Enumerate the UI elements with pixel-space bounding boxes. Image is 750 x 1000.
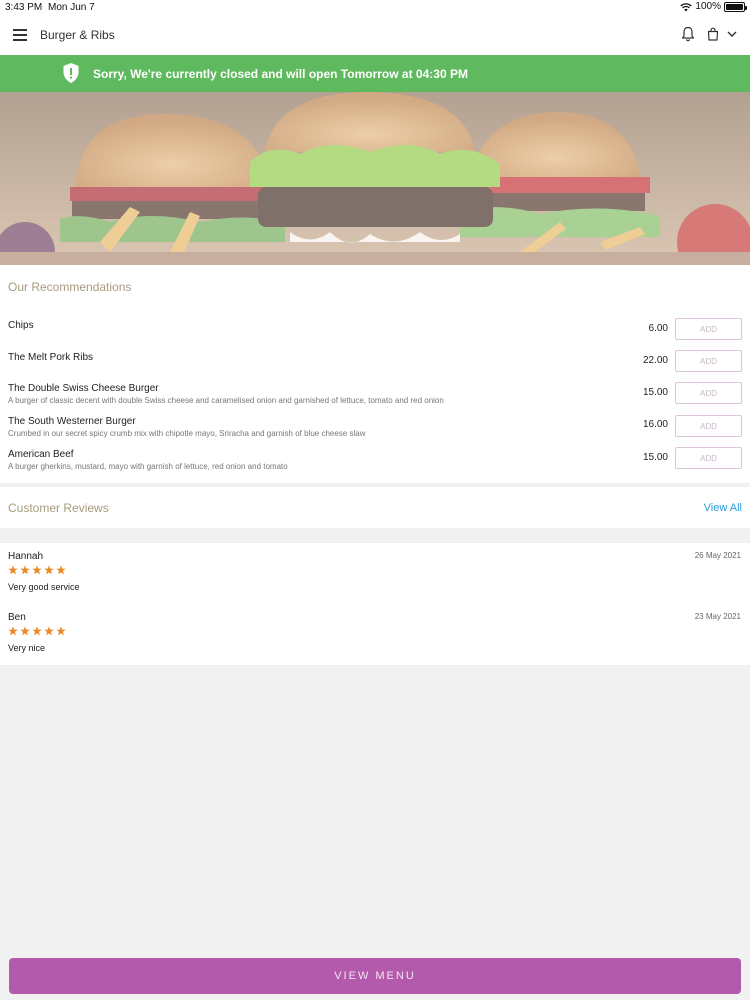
shield-icon xyxy=(63,63,79,83)
item-name: The Double Swiss Cheese Burger xyxy=(8,383,159,394)
add-button[interactable]: ADD xyxy=(675,382,742,404)
bag-icon[interactable] xyxy=(707,27,719,41)
status-bar: 3:43 PM Mon Jun 7 100% xyxy=(0,0,750,16)
review-item: Hannah 26 May 2021 Very good service xyxy=(0,551,750,606)
item-name: The South Westerner Burger xyxy=(8,416,136,427)
item-price: 16.00 xyxy=(642,419,668,430)
bell-icon[interactable] xyxy=(681,26,695,42)
item-price: 6.00 xyxy=(648,323,668,334)
star-icon xyxy=(56,565,66,575)
view-menu-button[interactable]: VIEW MENU xyxy=(9,958,741,994)
item-description: A burger gherkins, mustard, mayo with ga… xyxy=(8,462,288,471)
review-text: Very good service xyxy=(8,582,80,592)
review-item: Ben 23 May 2021 Very nice xyxy=(0,612,750,667)
list-item: The Double Swiss Cheese Burger A burger … xyxy=(0,381,750,411)
closed-banner: Sorry, We're currently closed and will o… xyxy=(0,55,750,92)
item-name: The Melt Pork Ribs xyxy=(8,352,94,363)
add-button[interactable]: ADD xyxy=(675,415,742,437)
menu-icon[interactable] xyxy=(13,29,27,41)
star-icon xyxy=(8,626,18,636)
item-description: A burger of classic decent with double S… xyxy=(8,396,444,405)
star-icon xyxy=(20,626,30,636)
item-name: Chips xyxy=(8,320,34,331)
star-icon xyxy=(44,626,54,636)
recommendations-title: Our Recommendations xyxy=(8,280,132,294)
star-rating xyxy=(8,626,66,636)
star-icon xyxy=(8,565,18,575)
star-rating xyxy=(8,565,66,575)
item-price: 22.00 xyxy=(642,355,668,366)
item-description: Crumbed in our secret spicy crumb mix wi… xyxy=(8,429,366,438)
battery-percent: 100% xyxy=(695,1,721,12)
list-item: Chips 6.00 ADD xyxy=(0,317,750,347)
recommendations-section: Our Recommendations Chips 6.00 ADD The M… xyxy=(0,265,750,483)
list-item: The Melt Pork Ribs 22.00 ADD xyxy=(0,349,750,379)
hero-image xyxy=(0,92,750,265)
chevron-down-icon[interactable] xyxy=(727,30,737,38)
reviews-title: Customer Reviews xyxy=(8,501,109,515)
view-all-link[interactable]: View All xyxy=(704,502,742,514)
list-item: American Beef A burger gherkins, mustard… xyxy=(0,446,750,476)
add-button[interactable]: ADD xyxy=(675,350,742,372)
closed-message: Sorry, We're currently closed and will o… xyxy=(93,67,468,81)
reviews-list: Hannah 26 May 2021 Very good service Ben… xyxy=(0,543,750,665)
item-price: 15.00 xyxy=(642,452,668,463)
reviewer-name: Hannah xyxy=(8,551,44,562)
star-icon xyxy=(44,565,54,575)
star-icon xyxy=(32,626,42,636)
page-title: Burger & Ribs xyxy=(40,28,115,42)
wifi-icon xyxy=(680,2,693,11)
reviewer-name: Ben xyxy=(8,612,26,623)
item-name: American Beef xyxy=(8,449,74,460)
star-icon xyxy=(20,565,30,575)
reviews-header: Customer Reviews View All xyxy=(0,487,750,528)
review-date: 26 May 2021 xyxy=(694,551,741,560)
star-icon xyxy=(32,565,42,575)
item-price: 15.00 xyxy=(642,387,668,398)
add-button[interactable]: ADD xyxy=(675,447,742,469)
review-text: Very nice xyxy=(8,643,46,653)
status-time: 3:43 PM xyxy=(5,2,43,13)
list-item: The South Westerner Burger Crumbed in ou… xyxy=(0,413,750,443)
battery-icon xyxy=(724,1,747,12)
status-date: Mon Jun 7 xyxy=(48,2,95,13)
status-right: 100% xyxy=(680,1,747,12)
star-icon xyxy=(56,626,66,636)
review-date: 23 May 2021 xyxy=(694,612,741,621)
add-button[interactable]: ADD xyxy=(675,318,742,340)
nav-bar: Burger & Ribs xyxy=(0,16,750,55)
